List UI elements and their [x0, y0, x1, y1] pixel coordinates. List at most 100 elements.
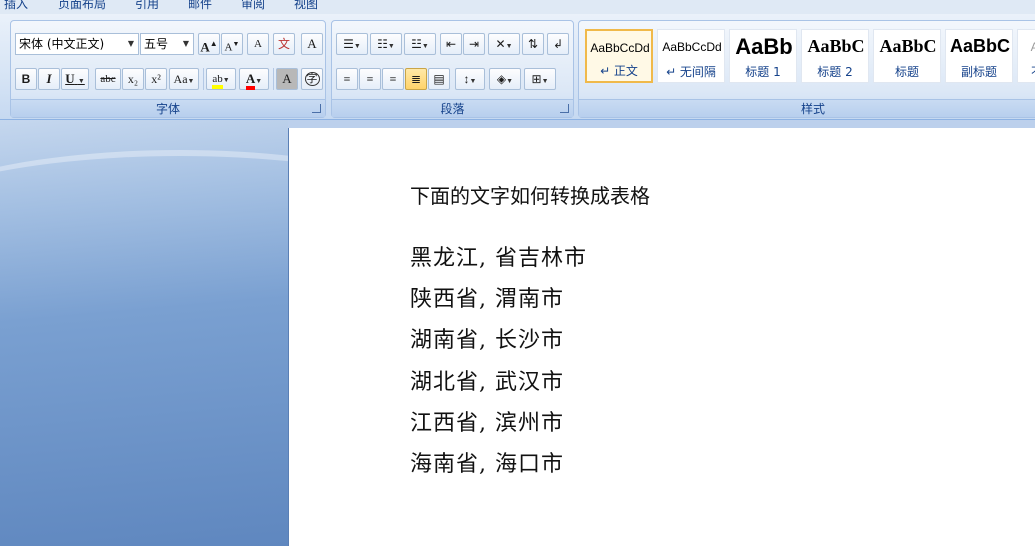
- font-dialog-launcher-icon[interactable]: [312, 104, 321, 113]
- decrease-indent-icon: ⇤: [445, 37, 457, 51]
- style-subtitle[interactable]: AaBbC 副标题: [945, 29, 1013, 83]
- style-name: 标题 2: [817, 65, 853, 79]
- toolbar-separator: [273, 68, 274, 90]
- bold-button[interactable]: B: [15, 68, 37, 90]
- justify-icon: ≣: [410, 72, 422, 86]
- sort-button[interactable]: ⇅: [522, 33, 544, 55]
- grow-font-button[interactable]: A▲: [198, 33, 220, 55]
- font-group: 宋体 (中文正文) ▼ 五号 ▼ A▲ A▼ A 文 A B I U ▼ abc…: [10, 20, 326, 118]
- styles-group: AaBbCcDd ↵ 正文 AaBbCcDd ↵ 无间隔 AaBb 标题 1 A…: [578, 20, 1035, 118]
- doc-question-line[interactable]: 下面的文字如何转换成表格: [410, 180, 650, 209]
- align-left-icon: ≡: [343, 72, 351, 86]
- tab-insert[interactable]: 插入: [4, 0, 28, 12]
- align-right-icon: ≡: [389, 72, 397, 86]
- doc-line[interactable]: 黑龙江, 省吉林市: [410, 240, 587, 272]
- ruler-strip: [288, 120, 1035, 128]
- distributed-button[interactable]: ▤: [428, 68, 450, 90]
- chevron-down-icon: ▼: [182, 39, 190, 48]
- subscript-button[interactable]: x₂: [122, 68, 144, 90]
- paragraph-dialog-launcher-icon[interactable]: [560, 104, 569, 113]
- superscript-button[interactable]: x²: [145, 68, 167, 90]
- clear-format-button[interactable]: A: [247, 33, 269, 55]
- tab-mailings[interactable]: 邮件: [188, 0, 212, 12]
- doc-line[interactable]: 江西省, 滨州市: [410, 405, 564, 437]
- align-left-button[interactable]: ≡: [336, 68, 358, 90]
- doc-line[interactable]: 海南省, 海口市: [410, 446, 564, 478]
- style-sample: AaBbC: [807, 36, 865, 56]
- shading-button[interactable]: ◈▼: [489, 68, 521, 90]
- font-size-value: 五号: [144, 37, 169, 51]
- decrease-indent-button[interactable]: ⇤: [440, 33, 462, 55]
- style-more[interactable]: Aa 不: [1017, 29, 1035, 83]
- shrink-font-icon: A: [224, 41, 233, 54]
- asian-layout-button[interactable]: ✕▼: [488, 33, 520, 55]
- text-highlight-button[interactable]: ab▼: [206, 68, 236, 90]
- font-color-icon: A: [245, 71, 256, 90]
- italic-icon: I: [46, 71, 52, 86]
- superscript-icon: x²: [151, 72, 161, 86]
- style-heading-1[interactable]: AaBb 标题 1: [729, 29, 797, 83]
- tab-view[interactable]: 视图: [294, 0, 318, 12]
- show-marks-button[interactable]: ↲: [547, 33, 569, 55]
- style-sample: AaBb: [735, 34, 793, 59]
- font-group-label: 字体: [11, 99, 325, 117]
- shrink-font-button[interactable]: A▼: [221, 33, 243, 55]
- style-heading-2[interactable]: AaBbC 标题 2: [801, 29, 869, 83]
- highlighter-icon: ab: [212, 73, 223, 89]
- strikethrough-icon: abc: [100, 73, 116, 85]
- font-size-combo[interactable]: 五号 ▼: [140, 33, 194, 55]
- italic-button[interactable]: I: [38, 68, 60, 90]
- workspace-background: [0, 120, 288, 546]
- character-border-icon: A: [307, 36, 317, 51]
- strikethrough-button[interactable]: abc: [95, 68, 121, 90]
- tab-references[interactable]: 引用: [135, 0, 159, 12]
- ribbon: 宋体 (中文正文) ▼ 五号 ▼ A▲ A▼ A 文 A B I U ▼ abc…: [0, 14, 1035, 120]
- doc-line[interactable]: 陕西省, 渭南市: [410, 281, 564, 313]
- character-shading-button[interactable]: A: [276, 68, 298, 90]
- enclose-characters-icon: 字: [304, 72, 320, 86]
- bullets-button[interactable]: ☰▼: [336, 33, 368, 55]
- style-name: 不: [1018, 63, 1035, 80]
- style-name: 副标题: [960, 65, 997, 79]
- character-border-button[interactable]: A: [301, 33, 323, 55]
- font-color-button[interactable]: A▼: [239, 68, 269, 90]
- style-title[interactable]: AaBbC 标题: [873, 29, 941, 83]
- document-page[interactable]: 下面的文字如何转换成表格 黑龙江, 省吉林市 陕西省, 渭南市 湖南省, 长沙市…: [288, 128, 1035, 546]
- borders-button[interactable]: ⊞▼: [524, 68, 556, 90]
- character-shading-icon: A: [282, 71, 292, 86]
- subscript-icon: x₂: [127, 72, 139, 86]
- change-case-icon: Aa: [173, 72, 188, 86]
- tab-review[interactable]: 审阅: [241, 0, 265, 12]
- borders-icon: ⊞: [531, 72, 542, 86]
- font-name-combo[interactable]: 宋体 (中文正文) ▼: [15, 33, 139, 55]
- line-spacing-button[interactable]: ↕▼: [455, 68, 485, 90]
- change-case-button[interactable]: Aa▼: [169, 68, 199, 90]
- style-no-spacing[interactable]: AaBbCcDd ↵ 无间隔: [657, 29, 725, 83]
- bullet-list-icon: ☰: [343, 37, 354, 51]
- phonetic-guide-icon: 文: [277, 37, 290, 51]
- tab-page-layout[interactable]: 页面布局: [58, 0, 106, 12]
- styles-group-label: 样式: [579, 99, 1035, 117]
- distributed-icon: ▤: [433, 72, 445, 86]
- doc-line[interactable]: 湖北省, 武汉市: [410, 364, 564, 396]
- increase-indent-button[interactable]: ⇥: [463, 33, 485, 55]
- clear-format-icon: A: [254, 38, 262, 50]
- style-sample: AaBbC: [879, 36, 937, 56]
- style-normal[interactable]: AaBbCcDd ↵ 正文: [585, 29, 653, 83]
- bold-icon: B: [21, 72, 31, 86]
- align-center-icon: ≡: [366, 72, 374, 86]
- phonetic-guide-button[interactable]: 文: [273, 33, 295, 55]
- style-name: 标题 1: [745, 65, 781, 79]
- paragraph-group-label: 段落: [332, 99, 573, 117]
- enclose-characters-button[interactable]: 字: [301, 68, 323, 90]
- ribbon-tab-strip: 插入 页面布局 引用 邮件 审阅 视图: [0, 0, 1035, 14]
- paragraph-mark-icon: ↲: [552, 37, 564, 51]
- align-center-button[interactable]: ≡: [359, 68, 381, 90]
- numbering-button[interactable]: ☷▼: [370, 33, 402, 55]
- doc-line[interactable]: 湖南省, 长沙市: [410, 322, 564, 354]
- multilevel-list-button[interactable]: ☳▼: [404, 33, 436, 55]
- align-right-button[interactable]: ≡: [382, 68, 404, 90]
- justify-button[interactable]: ≣: [405, 68, 427, 90]
- underline-button[interactable]: U ▼: [61, 68, 89, 90]
- sort-icon: ⇅: [527, 37, 539, 51]
